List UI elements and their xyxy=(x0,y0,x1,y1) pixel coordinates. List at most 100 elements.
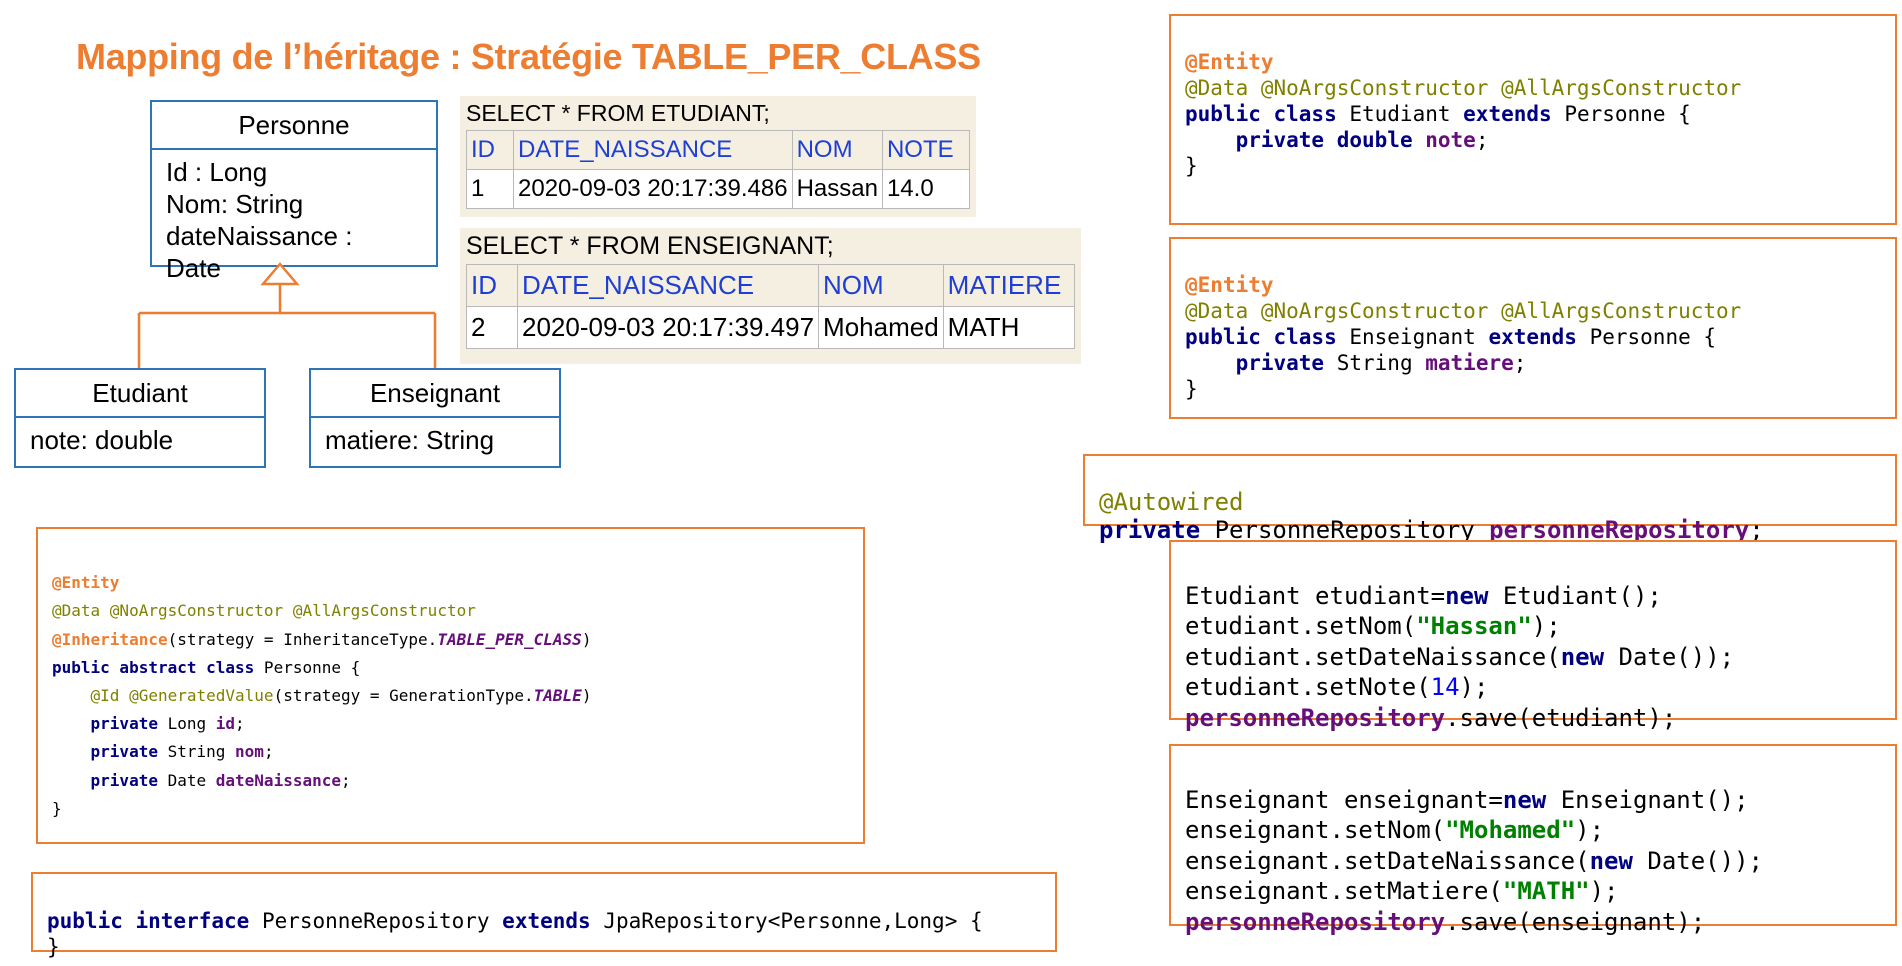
code-text: Date()); xyxy=(1604,642,1735,671)
table-row: 1 2020-09-03 20:17:39.486 Hassan 14.0 xyxy=(466,169,970,209)
table-cell: 14.0 xyxy=(881,169,970,209)
code-line: enseignant.setDateNaissance(new Date()); xyxy=(1185,846,1895,877)
code-line: personneRepository.save(enseignant); xyxy=(1185,907,1895,938)
keyword: new xyxy=(1560,642,1605,671)
sql-query: SELECT * FROM ETUDIANT; xyxy=(466,100,770,126)
code-text: Personne { xyxy=(254,657,361,677)
code-text: Enseignant xyxy=(1336,325,1489,349)
code-text: Personne { xyxy=(1551,102,1691,126)
column-header: DATE_NAISSANCE xyxy=(516,264,820,307)
code-line: enseignant.setNom("Mohamed"); xyxy=(1185,815,1895,846)
code-block-save-etudiant: Etudiant etudiant=new Etudiant(); etudian… xyxy=(1169,540,1897,732)
code-text: } xyxy=(1185,154,1198,178)
code-text: ); xyxy=(1531,612,1561,640)
code-text: (strategy = GenerationType. xyxy=(273,686,534,706)
column-header: NOTE xyxy=(881,130,970,170)
column-header: NOM xyxy=(818,264,944,307)
code-block-enseignant-entity: @Entity @Data @NoArgsConstructor @AllArgs… xyxy=(1169,237,1897,419)
table-cell: Mohamed xyxy=(818,306,944,349)
code-line: @Id @GeneratedValue(strategy = Generatio… xyxy=(52,682,863,710)
table-cell: 2 xyxy=(466,306,518,349)
annotation: @Inheritance xyxy=(52,629,168,649)
result-table: ID DATE_NAISSANCE NOM MATIERE 2 2020-09-… xyxy=(466,264,1075,349)
code-text: etudiant.setDateNaissance( xyxy=(1185,642,1561,671)
code-line: private String nom; xyxy=(52,738,863,766)
code-line: @Entity xyxy=(1185,272,1895,298)
field-name: note xyxy=(1425,128,1476,152)
keyword: public class xyxy=(1185,102,1337,126)
keyword: extends xyxy=(1463,102,1552,126)
code-line: @Data @NoArgsConstructor @AllArgsConstru… xyxy=(1185,75,1895,101)
keyword: private xyxy=(90,714,158,734)
code-text: ); xyxy=(1575,816,1605,844)
column-header: MATIERE xyxy=(942,264,1075,307)
code-block-repository: public interface PersonneRepository exte… xyxy=(31,872,1057,959)
code-line: @Entity xyxy=(52,569,863,597)
annotation: @Entity xyxy=(1185,50,1274,74)
code-line: etudiant.setDateNaissance(new Date()); xyxy=(1185,642,1895,673)
code-line: Enseignant enseignant=new Enseignant(); xyxy=(1185,785,1895,816)
code-text: ; xyxy=(235,714,245,734)
code-line: @Entity xyxy=(1185,49,1895,75)
code-line: @Inheritance(strategy = InheritanceType.… xyxy=(52,626,863,654)
field-name: personneRepository xyxy=(1185,907,1446,936)
code-line: public class Enseignant extends Personne… xyxy=(1185,324,1895,350)
annotation: @Autowired xyxy=(1099,488,1244,516)
code-text: Enseignant(); xyxy=(1546,785,1749,814)
code-text: PersonneRepository xyxy=(249,909,503,933)
keyword: new xyxy=(1589,846,1633,875)
keyword: public abstract class xyxy=(52,657,255,677)
table-header-row: ID DATE_NAISSANCE NOM MATIERE xyxy=(466,264,1075,307)
code-text: } xyxy=(1185,377,1198,401)
code-line: etudiant.setNom("Hassan"); xyxy=(1185,611,1895,642)
code-text: String xyxy=(1324,351,1426,375)
keyword: private double xyxy=(1235,128,1413,152)
number-literal: 14 xyxy=(1430,673,1460,701)
annotation: @Entity xyxy=(52,573,120,593)
code-text: etudiant.setNote( xyxy=(1185,673,1431,701)
code-text: Date xyxy=(157,770,216,790)
sql-query: SELECT * FROM ENSEIGNANT; xyxy=(466,232,834,260)
column-header: ID xyxy=(466,130,514,170)
uml-class-name: Enseignant xyxy=(311,370,559,418)
code-line: @Data @NoArgsConstructor @AllArgsConstru… xyxy=(1185,298,1895,324)
uml-attribute: note: double xyxy=(30,425,174,455)
code-line: public interface PersonneRepository exte… xyxy=(47,908,1055,934)
keyword: private xyxy=(90,742,158,762)
code-block-etudiant-entity: @Entity @Data @NoArgsConstructor @AllArgs… xyxy=(1169,14,1897,225)
uml-class-etudiant: Etudiant note: double xyxy=(14,368,266,468)
table-cell: 2020-09-03 20:17:39.497 xyxy=(516,306,820,349)
code-line: public abstract class Personne { xyxy=(52,654,863,682)
sql-result-enseignant: SELECT * FROM ENSEIGNANT; ID DATE_NAISSA… xyxy=(460,228,1081,364)
code-text: enseignant.setNom( xyxy=(1185,816,1446,844)
keyword: new xyxy=(1502,785,1547,814)
inheritance-arrow-icon xyxy=(260,262,300,286)
column-header: NOM xyxy=(791,130,883,170)
result-table: ID DATE_NAISSANCE NOM NOTE 1 2020-09-03 … xyxy=(466,130,970,209)
code-line: private double note; xyxy=(1185,127,1895,153)
code-line: public class Etudiant extends Personne { xyxy=(1185,101,1895,127)
code-line: @Autowired xyxy=(1099,488,1895,516)
keyword: extends xyxy=(1488,325,1577,349)
code-text: (strategy = InheritanceType. xyxy=(167,629,438,649)
code-text: ); xyxy=(1459,673,1489,701)
code-text: .save(enseignant); xyxy=(1445,907,1706,936)
code-text: } xyxy=(52,798,62,818)
keyword: public interface xyxy=(47,909,250,933)
code-line: private String matiere; xyxy=(1185,350,1895,376)
code-line: private Date dateNaissance; xyxy=(52,767,863,795)
code-text: Personne { xyxy=(1576,325,1717,349)
string-literal: "Hassan" xyxy=(1416,612,1532,640)
code-text: ; xyxy=(1513,351,1527,375)
column-header: DATE_NAISSANCE xyxy=(513,130,793,170)
keyword: private xyxy=(1235,351,1325,375)
table-cell: 2020-09-03 20:17:39.486 xyxy=(513,169,793,209)
code-line: } xyxy=(47,934,1055,960)
code-text: String xyxy=(157,742,236,762)
code-text: ; xyxy=(1475,128,1489,152)
field-name: id xyxy=(215,714,236,734)
code-text: enseignant.setMatiere( xyxy=(1185,877,1503,905)
keyword: private xyxy=(90,770,158,790)
field-name: personneRepository xyxy=(1185,703,1446,732)
